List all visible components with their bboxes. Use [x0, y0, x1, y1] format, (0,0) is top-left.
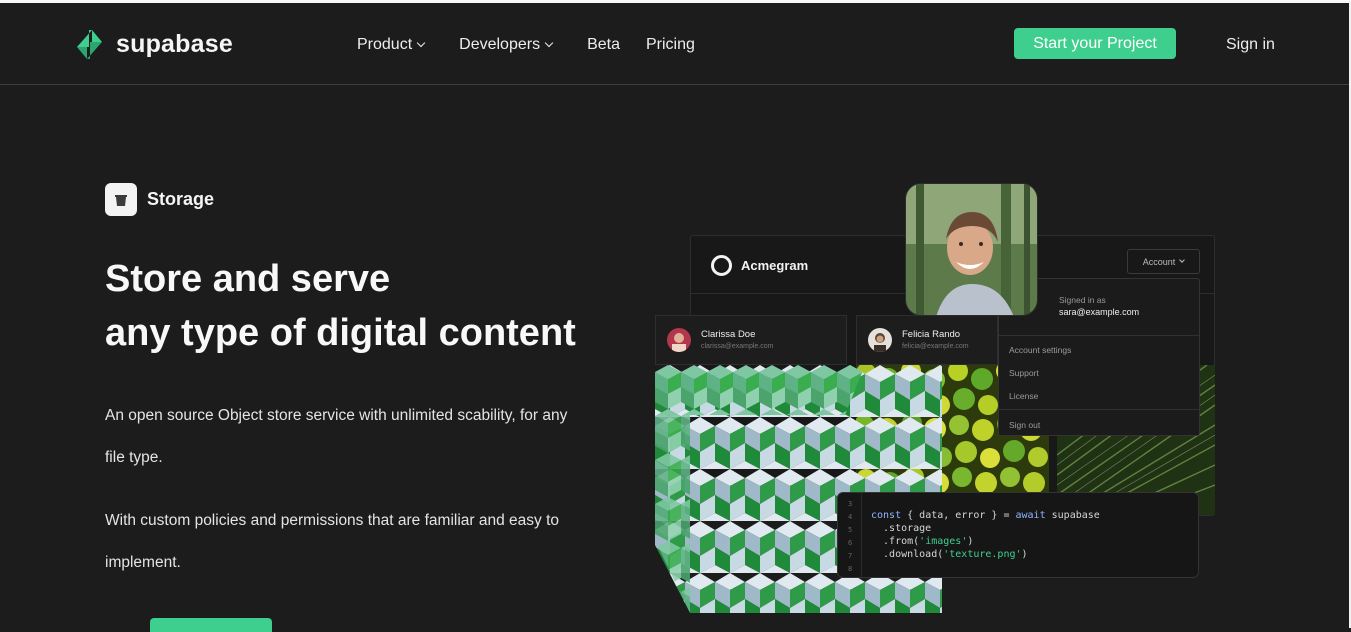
divider	[999, 409, 1199, 410]
line-number: 8	[848, 565, 853, 573]
account-button[interactable]: Account	[1127, 249, 1200, 274]
chevron-down-icon	[1179, 257, 1186, 263]
code-line: .storage	[871, 523, 932, 534]
nav-pricing[interactable]: Pricing	[646, 36, 695, 54]
divider	[999, 335, 1199, 336]
brand-name: supabase	[116, 30, 233, 58]
nav-product-label: Product	[357, 36, 413, 53]
menu-item-license[interactable]: License	[1009, 391, 1038, 401]
hero-title-line2: any type of digital content	[105, 312, 576, 354]
main-nav: Product Developers Beta Pricing	[357, 36, 695, 54]
user-email: felicia@example.com	[902, 343, 969, 350]
hero-description-2: With custom policies and permissions tha…	[105, 512, 560, 571]
line-number: 4	[848, 513, 853, 521]
nav-developers-label: Developers	[459, 36, 541, 53]
menu-item-account-settings[interactable]: Account settings	[1009, 345, 1071, 355]
user-name: Clarissa Doe	[701, 329, 756, 340]
mock-app-title: Acmegram	[741, 258, 809, 273]
site-header: supabase Product Developers Beta Pricing…	[0, 3, 1349, 85]
user-card[interactable]: Clarissa Doe clarissa@example.com	[655, 315, 847, 365]
code-line: .download('texture.png')	[871, 549, 1028, 560]
hero-description-1: An open source Object store service with…	[105, 407, 568, 466]
chevron-down-icon	[544, 38, 554, 48]
hero-title: Store and serve any type of digital cont…	[105, 252, 665, 360]
acmegram-logo-icon	[711, 255, 732, 276]
hero-title-line1: Store and serve	[105, 258, 391, 300]
account-button-label: Account	[1142, 256, 1176, 267]
user-card[interactable]: Felicia Rando felicia@example.com	[856, 315, 998, 365]
code-line: .from('images')	[871, 536, 974, 547]
chevron-down-icon	[416, 38, 426, 48]
signed-in-label: Signed in as	[1059, 295, 1106, 305]
supabase-bolt-icon	[77, 30, 102, 59]
hero-cta-button[interactable]	[150, 618, 272, 632]
badge-label: Storage	[147, 189, 215, 209]
brand-logo[interactable]: supabase	[73, 28, 233, 61]
signed-in-email: sara@example.com	[1059, 307, 1140, 317]
nav-beta-label: Beta	[587, 36, 620, 53]
sign-in-link[interactable]: Sign in	[1226, 36, 1275, 54]
start-project-button[interactable]: Start your Project	[1014, 28, 1176, 59]
code-gutter: 3 4 5 6 7 8	[838, 493, 862, 577]
menu-item-support[interactable]: Support	[1009, 368, 1039, 378]
avatar	[667, 328, 691, 352]
nav-beta[interactable]: Beta	[587, 36, 620, 54]
line-number: 5	[848, 526, 853, 534]
line-number: 3	[848, 500, 853, 508]
nav-developers[interactable]: Developers	[459, 36, 554, 54]
product-badge: Storage	[105, 183, 214, 216]
bucket-icon	[105, 183, 137, 216]
avatar	[868, 328, 892, 352]
nav-product[interactable]: Product	[357, 36, 426, 54]
profile-photo	[905, 183, 1038, 316]
code-line: const { data, error } = await supabase	[871, 510, 1100, 521]
menu-item-sign-out[interactable]: Sign out	[1009, 420, 1040, 430]
line-number: 6	[848, 539, 853, 547]
code-snippet: 3 4 5 6 7 8 const { data, error } = awai…	[837, 492, 1199, 578]
line-number: 7	[848, 552, 853, 560]
nav-pricing-label: Pricing	[646, 36, 695, 53]
user-name: Felicia Rando	[902, 329, 961, 340]
user-email: clarissa@example.com	[701, 343, 774, 350]
